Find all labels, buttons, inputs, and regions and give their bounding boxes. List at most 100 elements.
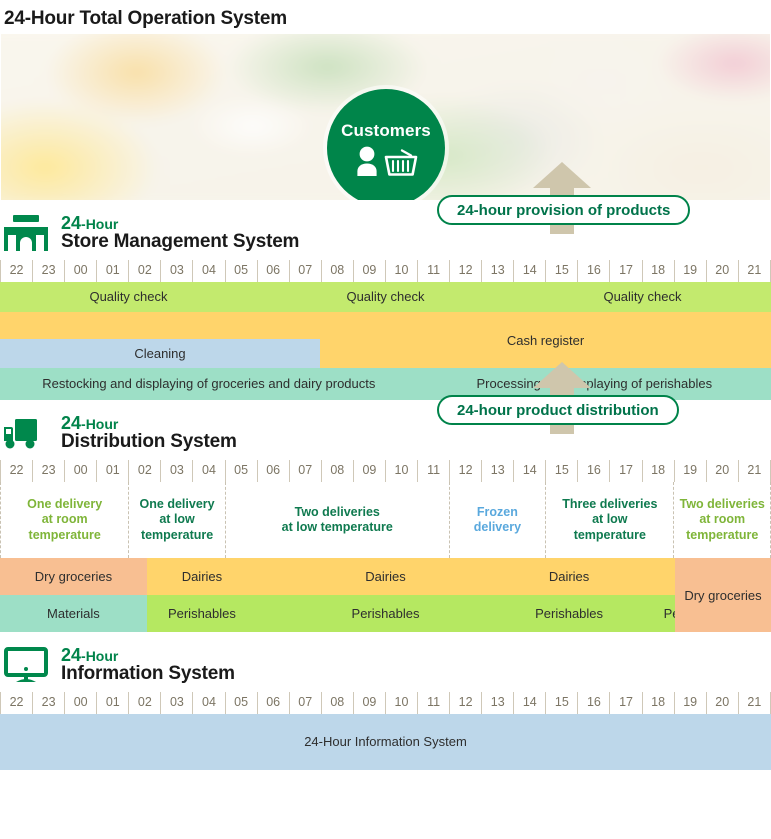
distribution-kicker: 24-Hour (61, 412, 237, 433)
distribution-kicker-number: 24 (61, 412, 82, 433)
hour-tick-10: 10 (384, 460, 417, 482)
hour-tick-17: 17 (609, 260, 641, 282)
timeline-cell: Two deliveries at room temperature (673, 482, 771, 558)
store-building-icon (4, 213, 48, 253)
perishable-products-band: Materials Perishables Perishables Perishabl… (0, 595, 771, 632)
timeline-cell: Frozen delivery (448, 482, 546, 558)
hour-tick-12: 12 (449, 260, 481, 282)
information-kicker-suffix: -Hour (81, 647, 119, 664)
delivery-truck-icon (4, 413, 48, 453)
hour-tick-23: 23 (32, 460, 64, 482)
hour-tick-15: 15 (545, 260, 577, 282)
shopping-basket-icon (384, 148, 418, 176)
hour-tick-18: 18 (641, 692, 674, 714)
timeline-cell: Quality check (257, 282, 514, 312)
hour-tick-15: 15 (545, 460, 577, 482)
hour-tick-23: 23 (32, 260, 64, 282)
hour-tick-18: 18 (641, 260, 674, 282)
timeline-cell: Perishables (146, 595, 257, 632)
hour-tick-23: 23 (32, 692, 64, 714)
hour-tick-02: 02 (128, 460, 160, 482)
store-callout-pill: 24-hour provision of products (437, 195, 691, 225)
hour-tick-20: 20 (705, 460, 738, 482)
infographic-page: 24-Hour Total Operation System Customers (0, 0, 771, 839)
hour-tick-00: 00 (64, 692, 96, 714)
information-kicker-number: 24 (61, 644, 82, 665)
hour-tick-08: 08 (320, 260, 353, 282)
timeline-cell: Quality check (514, 282, 771, 312)
timeline-cell: Two deliveries at low temperature (224, 482, 449, 558)
hour-tick-02: 02 (128, 260, 160, 282)
hour-tick-19: 19 (673, 260, 706, 282)
store-system-name: Store Management System (61, 231, 300, 253)
hour-tick-03: 03 (160, 460, 192, 482)
hour-ruler-information: 22 23 00 01 02 03 04 05 06 07 08 09 10 11 12 13 14 15 16 17… (0, 692, 771, 714)
timeline-cell: Materials (0, 595, 147, 632)
hour-tick-17: 17 (609, 692, 641, 714)
hour-tick-19: 19 (673, 460, 706, 482)
timeline-cell: Dairies (257, 558, 514, 595)
monitor-icon (4, 645, 48, 685)
hour-tick-07: 07 (288, 260, 321, 282)
distribution-callout-pill: 24-hour product distribution (437, 395, 679, 425)
hour-tick-13: 13 (481, 460, 513, 482)
distribution-system-name: Distribution System (61, 431, 237, 453)
hour-tick-01: 01 (96, 692, 128, 714)
hour-tick-05: 05 (224, 460, 257, 482)
hour-tick-21: 21 (737, 260, 771, 282)
hour-tick-13: 13 (481, 692, 513, 714)
timeline-cell: Dairies (514, 558, 625, 595)
hour-tick-17: 17 (609, 460, 641, 482)
hour-tick-19: 19 (673, 692, 706, 714)
hour-tick-11: 11 (417, 692, 449, 714)
hour-tick-09: 09 (352, 460, 385, 482)
hour-tick-04: 04 (192, 260, 224, 282)
information-bar-band: 24-Hour Information System (0, 714, 771, 770)
cash-register-bar: Cash register (506, 332, 585, 348)
timeline-cell: Dairies (146, 558, 257, 595)
timeline-cell: Restocking and displaying of groceries a… (0, 368, 418, 400)
hero-photo-banner: Customers (1, 34, 770, 200)
page-title: 24-Hour Total Operation System (4, 8, 287, 29)
timeline-cell: Three deliveries at low temperature (545, 482, 674, 558)
hour-tick-20: 20 (705, 692, 738, 714)
hour-tick-03: 03 (160, 260, 192, 282)
dry-groceries-tail-cell: Dry groceries (675, 558, 771, 632)
hour-tick-05: 05 (224, 692, 257, 714)
cleaning-bar: Cleaning (0, 339, 320, 368)
hour-ruler-distribution: 22 23 00 01 02 03 04 05 06 07 08 09 10 11 12 13 14 15 16 17… (0, 460, 771, 482)
hour-tick-14: 14 (513, 260, 545, 282)
hour-tick-04: 04 (192, 460, 224, 482)
hour-tick-11: 11 (417, 460, 449, 482)
hour-tick-18: 18 (641, 460, 674, 482)
hour-tick-15: 15 (545, 692, 577, 714)
dairy-products-band: Dry groceriesDairiesDairiesDairiesDairie… (0, 558, 771, 595)
customers-icon-group (354, 146, 418, 176)
hour-tick-08: 08 (320, 692, 353, 714)
hour-tick-16: 16 (577, 692, 609, 714)
hour-tick-04: 04 (192, 692, 224, 714)
information-system-name: Information System (61, 663, 235, 685)
hour-tick-22: 22 (0, 692, 32, 714)
hour-tick-16: 16 (577, 260, 609, 282)
hour-tick-01: 01 (96, 460, 128, 482)
hour-tick-06: 06 (256, 460, 289, 482)
hour-tick-06: 06 (256, 260, 289, 282)
information-header: 24-Hour Information System (0, 632, 771, 692)
hour-tick-06: 06 (256, 692, 289, 714)
hour-tick-05: 05 (224, 260, 257, 282)
hour-tick-03: 03 (160, 692, 192, 714)
hour-ruler-store: 22 23 00 01 02 03 04 05 06 07 08 09 10 11 12 13 14 15 16 17… (0, 260, 771, 282)
store-system-kicker: 24-Hour (61, 213, 299, 233)
hour-tick-00: 00 (64, 460, 96, 482)
hour-tick-09: 09 (352, 260, 385, 282)
hour-tick-07: 07 (288, 692, 321, 714)
hour-tick-00: 00 (64, 260, 96, 282)
hour-tick-01: 01 (96, 260, 128, 282)
hour-tick-14: 14 (513, 460, 545, 482)
timeline-cell: Dry groceries (0, 558, 147, 595)
cash-cleaning-band: Cash register Cleaning (0, 312, 771, 368)
information-kicker: 24-Hour (61, 644, 235, 665)
timeline-cell: Perishables (257, 595, 514, 632)
hour-tick-10: 10 (384, 692, 417, 714)
